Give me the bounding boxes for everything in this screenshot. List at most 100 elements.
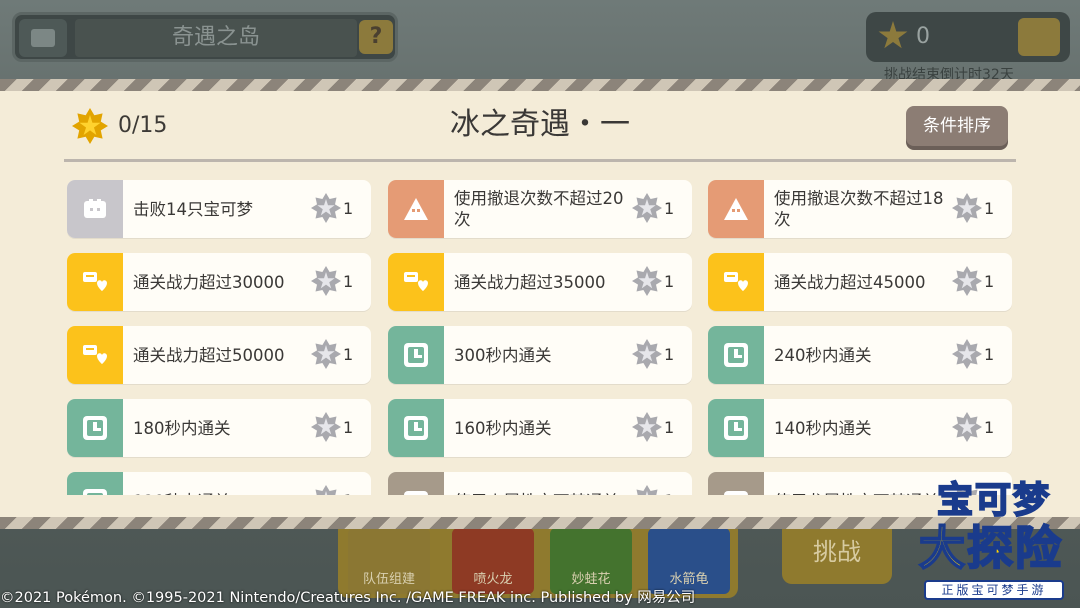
condition-card[interactable]: 140秒内通关 1 [708,399,1012,457]
power-icon [708,253,764,311]
tab-blastoise[interactable]: 水箭龟 [648,528,730,594]
star-progress: 0/15 [118,113,168,138]
timer-icon-glyph [403,342,429,368]
logo-tagline: 正版宝可梦手游 [924,580,1064,600]
condition-card[interactable]: 通关战力超过30000 1 [67,253,371,311]
silver-star-icon [952,412,982,442]
condition-card[interactable]: 120秒内通关 1 [67,472,371,495]
silver-star-icon [311,339,341,369]
tab-venusaur[interactable]: 妙蛙花 [550,528,632,594]
reward-count: 1 [984,418,995,437]
timer-icon [388,399,444,457]
reward-count: 1 [664,199,675,218]
type-icon [708,472,764,495]
team-tab-bar: 队伍组建 喷火龙 妙蛙花 水箭龟 [338,520,738,598]
condition-card[interactable]: 通关战力超过35000 1 [388,253,692,311]
reward-count: 1 [343,418,354,437]
condition-text: 通关战力超过45000 [774,272,926,292]
reward-count: 1 [664,418,675,437]
gold-star-icon [72,108,108,144]
condition-card[interactable]: 240秒内通关 1 [708,326,1012,384]
silver-star-icon [311,193,341,223]
reward-count: 1 [984,272,995,291]
condition-text: 通关战力超过35000 [454,272,606,292]
condition-card[interactable]: 300秒内通关 1 [388,326,692,384]
silver-star-icon [632,193,662,223]
timer-icon [708,399,764,457]
reward-count: 1 [343,199,354,218]
silver-star-icon [632,485,662,495]
timer-icon-glyph [723,415,749,441]
defeat-icon-glyph [82,196,108,222]
island-name: 奇遇之岛 [75,19,357,57]
timer-icon-glyph [723,342,749,368]
tab-charizard[interactable]: 喷火龙 [452,528,534,594]
timer-icon [67,399,123,457]
condition-text: 通关战力超过30000 [133,272,285,292]
silver-star-icon [952,266,982,296]
reward-count: 1 [664,345,675,364]
timer-icon [388,326,444,384]
reward-count: 1 [984,199,995,218]
challenge-conditions-modal: 0/15 冰之奇遇・一 条件排序 击败14只宝可梦 1 使用撤退次数不超过20次 1 使… [0,91,1080,517]
condition-card[interactable]: 使用撤退次数不超过18次 1 [708,180,1012,238]
timer-icon-glyph [82,415,108,441]
condition-card[interactable]: 通关战力超过45000 1 [708,253,1012,311]
silver-star-icon [311,266,341,296]
power-icon [67,253,123,311]
retreat-icon-glyph [403,196,429,222]
silver-star-icon [952,339,982,369]
silver-star-icon [632,266,662,296]
condition-card[interactable]: 通关战力超过50000 1 [67,326,371,384]
condition-card[interactable]: 160秒内通关 1 [388,399,692,457]
condition-card[interactable]: 使用撤退次数不超过20次 1 [388,180,692,238]
reward-chest-button[interactable] [1018,18,1060,56]
star-score-box: 0 [866,12,1070,62]
retreat-icon-glyph [723,196,749,222]
star-score-value: 0 [916,24,930,49]
power-icon [388,253,444,311]
silver-star-icon [632,412,662,442]
modal-title: 冰之奇遇・一 [450,107,630,142]
condition-card[interactable]: 使用火属性宝可梦通关 1 [388,472,692,495]
type-icon [388,472,444,495]
conditions-grid[interactable]: 击败14只宝可梦 1 使用撤退次数不超过20次 1 使用撤退次数不超过18次 1 通关战力超… [0,173,1080,495]
type-icon-glyph [403,488,429,495]
timer-icon [67,472,123,495]
condition-card[interactable]: 击败14只宝可梦 1 [67,180,371,238]
condition-text: 使用撤退次数不超过20次 [454,189,624,229]
header-divider [64,159,1016,162]
condition-text: 击败14只宝可梦 [133,199,253,219]
star-icon [878,21,908,49]
reward-count: 1 [343,472,353,495]
reward-count: 1 [343,345,354,364]
timer-icon [708,326,764,384]
island-map-icon[interactable] [19,19,67,57]
sort-conditions-button[interactable]: 条件排序 [906,106,1008,146]
copyright-text: ©2021 Pokémon. ©1995-2021 Nintendo/Creat… [0,590,696,606]
silver-star-icon [632,339,662,369]
condition-text: 120秒内通关 [133,472,309,496]
island-header: 奇遇之岛 ? [12,12,398,62]
help-button[interactable]: ? [359,20,393,54]
timer-icon-glyph [82,488,108,495]
timer-icon-glyph [403,415,429,441]
condition-text: 160秒内通关 [454,418,552,438]
condition-text: 180秒内通关 [133,418,231,438]
condition-text: 140秒内通关 [774,418,872,438]
type-icon-glyph [723,488,749,495]
logo-line2: 大探险 [918,520,1063,576]
retreat-icon [388,180,444,238]
modal-top-border [0,79,1080,91]
challenge-button[interactable]: 挑战 [782,520,892,584]
power-icon-glyph [723,269,749,295]
power-icon-glyph [82,269,108,295]
retreat-icon [708,180,764,238]
condition-card[interactable]: 180秒内通关 1 [67,399,371,457]
reward-count: 1 [343,272,354,291]
tab-team-build[interactable]: 队伍组建 [348,528,430,594]
condition-text: 使用火属性宝可梦通关 [454,472,630,496]
defeat-icon [67,180,123,238]
silver-star-icon [311,412,341,442]
game-logo: 宝可梦 大探险 正版宝可梦手游 [906,478,1076,604]
